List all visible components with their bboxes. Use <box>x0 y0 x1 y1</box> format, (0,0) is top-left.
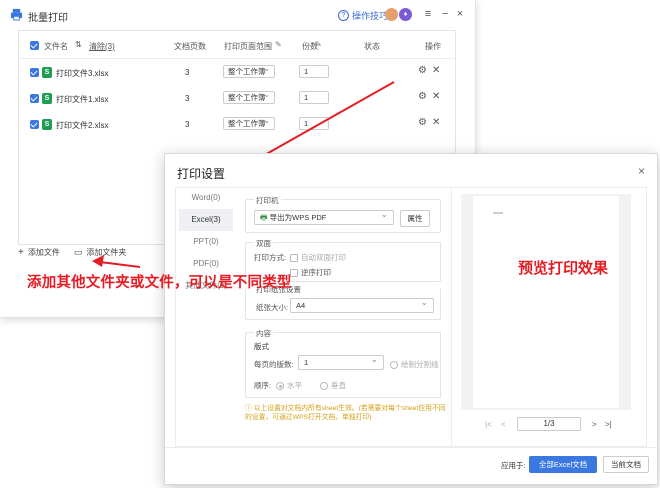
checkbox-icon <box>290 254 298 263</box>
section-title: 打印机 <box>254 195 281 206</box>
auto-duplex-option[interactable]: 自动双面打印 <box>290 252 346 263</box>
printer-select[interactable]: 🖶 导出为WPS PDF <box>254 208 394 225</box>
paper-section: 打印纸张设置 纸张大小: A4 <box>245 285 441 320</box>
print-settings-dialog: 打印设置 × Word(0) Excel(3) PPT(0) PDF(0) 其他… <box>164 153 659 485</box>
annotation-preview: 预览打印效果 <box>518 259 609 277</box>
draw-borders-option[interactable]: 绘制分割线 <box>390 359 439 370</box>
properties-button[interactable]: 属性 <box>400 210 430 227</box>
first-page-icon[interactable]: |< <box>485 420 492 429</box>
prev-page-icon[interactable]: < <box>501 420 506 429</box>
printer-value: 导出为WPS PDF <box>269 213 327 222</box>
apply-all-button[interactable]: 全部Excel文档 <box>529 456 597 473</box>
paper-size-select[interactable]: A4 <box>290 296 434 313</box>
note-text: 以上设置对文档内所有sheet生效。(若需要对每个sheet应用不同的设置，可通… <box>245 405 446 421</box>
layout-label: 版式 <box>254 342 269 351</box>
pages-per-sheet-select[interactable]: 1 <box>298 353 384 370</box>
tab-excel[interactable]: Excel(3) <box>179 209 233 231</box>
printer-icon: 🖶 <box>260 213 268 222</box>
footer-divider <box>165 447 659 448</box>
pages-per-sheet-label: 每页的版数: <box>254 360 294 369</box>
section-title: 内容 <box>254 328 273 339</box>
order-horizontal-option[interactable]: 水平 <box>276 380 302 391</box>
settings-note: ⓘ 以上设置对文档内所有sheet生效。(若需要对每个sheet应用不同的设置，… <box>245 404 447 422</box>
next-page-icon[interactable]: > <box>592 420 597 429</box>
annotation-add-files: 添加其他文件夹或文件，可以是不同类型 <box>27 275 292 291</box>
paper-size-label: 纸张大小: <box>256 303 289 312</box>
info-icon: ⓘ <box>245 405 254 412</box>
preview-page <box>473 196 619 408</box>
radio-icon <box>320 382 328 391</box>
dialog-close-button[interactable]: × <box>638 164 645 178</box>
radio-icon <box>390 361 398 370</box>
tab-word[interactable]: Word(0) <box>179 187 233 209</box>
printer-section: 打印机 🖶 导出为WPS PDF 属性 <box>245 195 441 233</box>
radio-icon <box>276 382 284 391</box>
preview-content <box>493 212 503 214</box>
divider <box>451 187 452 447</box>
print-preview <box>461 194 631 410</box>
section-title: 双面 <box>254 238 273 249</box>
apply-current-button[interactable]: 当前文档 <box>603 456 649 473</box>
order-vertical-option[interactable]: 垂直 <box>320 380 346 391</box>
order-label: 顺序: <box>254 381 272 390</box>
page-indicator[interactable]: 1/3 <box>517 417 581 431</box>
dialog-title: 打印设置 <box>177 167 226 181</box>
last-page-icon[interactable]: >| <box>605 420 612 429</box>
print-mode-label: 打印方式: <box>254 253 287 262</box>
tab-ppt[interactable]: PPT(0) <box>179 231 233 253</box>
apply-label: 应用于: <box>501 461 526 470</box>
reverse-print-option[interactable]: 逆序打印 <box>290 267 331 278</box>
content-section: 内容 版式 每页的版数: 1 绘制分割线 顺序: 水平 垂直 <box>245 328 441 398</box>
